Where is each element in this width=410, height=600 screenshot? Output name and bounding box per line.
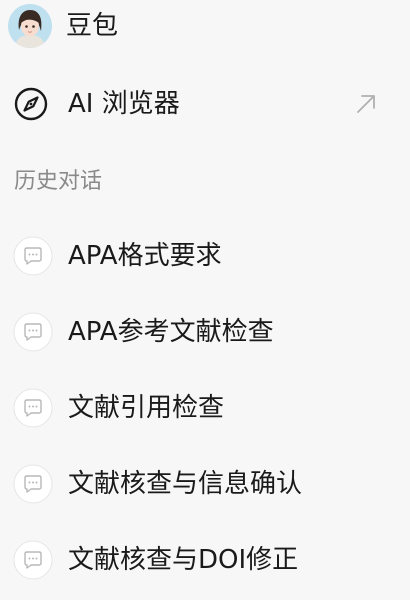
history-item-label: 文献核查与DOI修正 [68,545,299,575]
history-item-label: 文献引用检查 [68,393,225,423]
history-item[interactable]: 文献核查与DOI修正 [0,536,410,592]
chat-bubble-icon [13,388,53,428]
avatar[interactable] [8,4,52,48]
app-name: 豆包 [66,11,119,41]
chat-bubble-icon [13,540,53,580]
ai-browser-label: AI 浏览器 [68,89,180,119]
history-item-label: 文献核查与信息确认 [68,469,303,499]
history-section-title: 历史对话 [14,169,103,194]
arrow-up-right-icon[interactable] [354,92,378,116]
sidebar-panel: 豆包 AI 浏览器 历史对话 APA格式要求 APA参考文献检查 文献引用检查 … [0,0,410,600]
history-item[interactable]: 文献引用检查 [0,384,410,440]
history-item[interactable]: APA格式要求 [0,232,410,288]
history-item[interactable]: 文献核查与信息确认 [0,460,410,516]
chat-bubble-icon [13,236,53,276]
app-header[interactable]: 豆包 [0,0,410,58]
ai-browser-item[interactable]: AI 浏览器 [0,78,410,132]
history-item-label: APA格式要求 [68,241,222,271]
chat-bubble-icon [13,464,53,504]
compass-icon [13,86,49,122]
history-item-label: APA参考文献检查 [68,317,274,347]
history-item[interactable]: APA参考文献检查 [0,308,410,364]
chat-bubble-icon [13,312,53,352]
